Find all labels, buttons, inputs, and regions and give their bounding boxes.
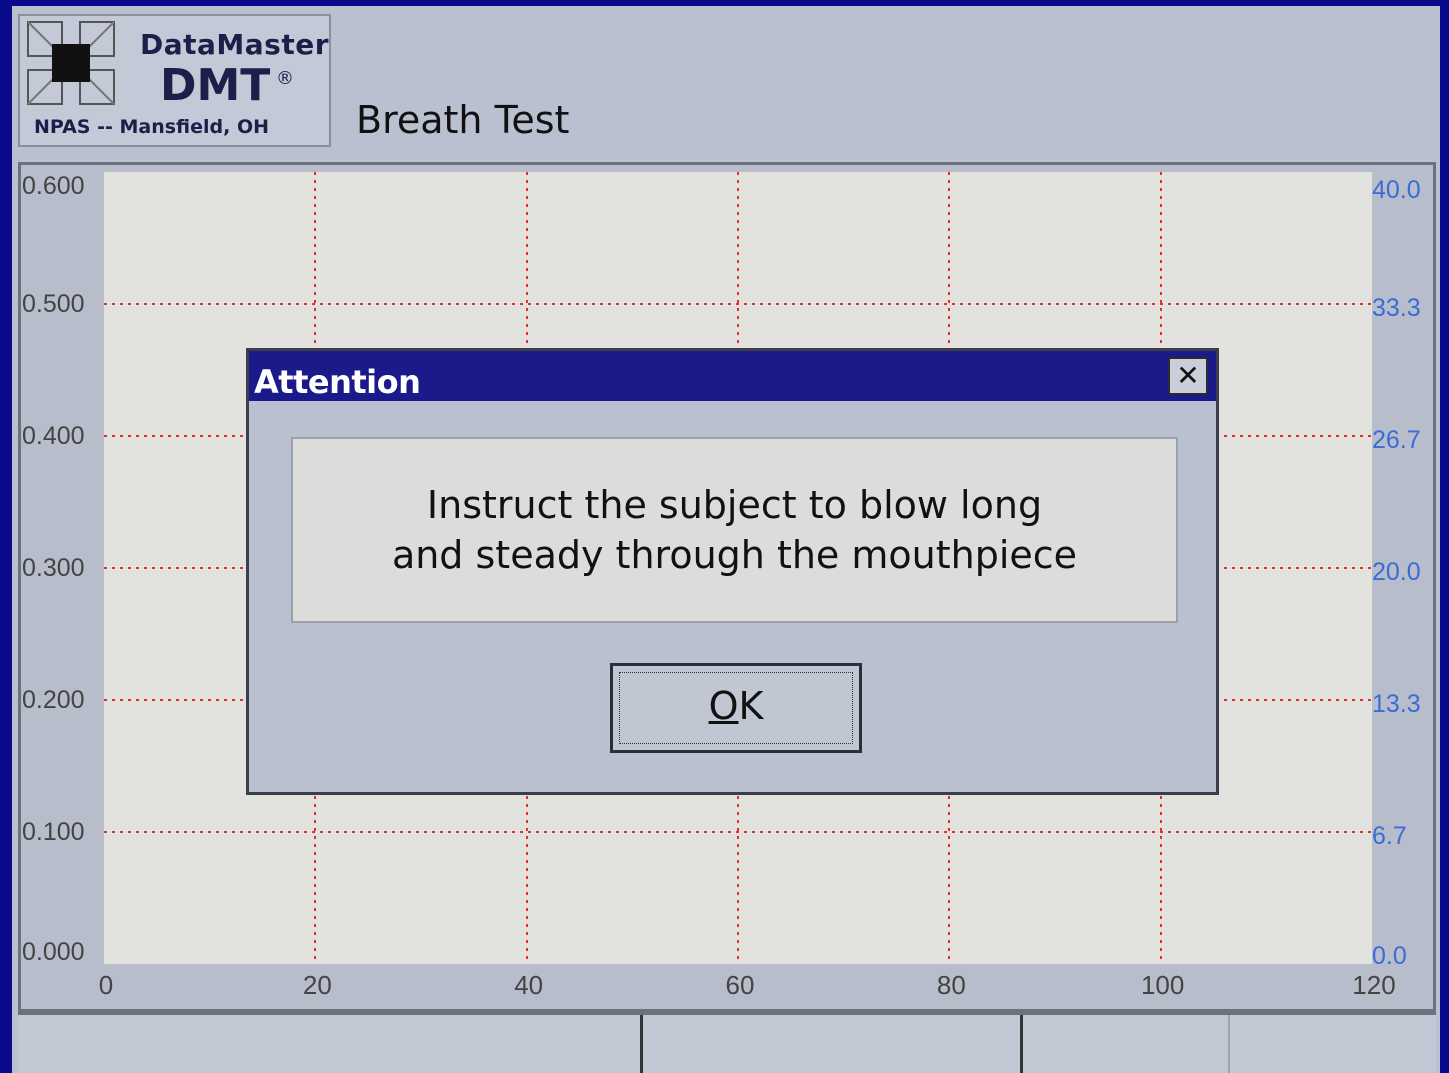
datamaster-logo: DataMaster DMT ® NPAS -- Mansfield, OH [18, 14, 331, 147]
y-axis-right-tick-label: 0.0 [1372, 942, 1407, 970]
logo-model-text: DMT [160, 60, 271, 111]
y-axis-right-tick-label: 40.0 [1372, 176, 1421, 204]
page-title: Breath Test [356, 98, 570, 142]
ok-button-label-rest: K [738, 684, 764, 728]
x-axis-tick-label: 60 [725, 970, 755, 1000]
y-axis-left-tick-label: 0.600 [22, 172, 85, 200]
y-axis-right-tick-label: 6.7 [1372, 822, 1407, 850]
x-axis-tick-label: 80 [936, 970, 966, 1000]
dialog-message-box: Instruct the subject to blow long and st… [291, 437, 1178, 623]
y-axis-right-tick-label: 26.7 [1372, 426, 1421, 454]
ok-button-accelerator: O [708, 684, 739, 728]
y-axis-left-tick-label: 0.400 [22, 422, 85, 450]
y-axis-left-tick-label: 0.300 [22, 554, 85, 582]
logo-brand-text: DataMaster [140, 28, 330, 61]
y-axis-left-tick-label: 0.500 [22, 290, 85, 318]
dialog-title: Attention [254, 363, 421, 401]
x-axis-tick-label: 20 [302, 970, 332, 1000]
y-axis-left-tick-label: 0.200 [22, 686, 85, 714]
y-axis-right-tick-label: 33.3 [1372, 294, 1421, 322]
dialog-message-line: Instruct the subject to blow long [426, 483, 1043, 527]
logo-registered-mark: ® [276, 68, 294, 89]
dmt-logo-icon [27, 21, 115, 105]
ok-button[interactable]: OK [610, 663, 862, 753]
x-axis-tick-label: 100 [1140, 970, 1185, 1000]
dialog-message-line: and steady through the mouthpiece [391, 533, 1078, 577]
app-screen: DataMaster DMT ® NPAS -- Mansfield, OH B… [12, 6, 1440, 1073]
dialog-titlebar[interactable]: Attention ✕ [249, 351, 1216, 401]
attention-dialog: Attention ✕ Instruct the subject to blow… [246, 348, 1219, 795]
status-bar [18, 1012, 1436, 1073]
x-axis-tick-label: 0 [98, 970, 114, 1000]
y-axis-left-tick-label: 0.100 [22, 818, 85, 846]
status-divider [640, 1015, 643, 1073]
close-icon: ✕ [1176, 359, 1200, 392]
status-divider [1020, 1015, 1023, 1073]
logo-location-text: NPAS -- Mansfield, OH [34, 116, 270, 138]
ok-button-label: OK [613, 684, 859, 728]
y-axis-left-tick-label: 0.000 [22, 938, 85, 966]
y-axis-right-tick-label: 13.3 [1372, 690, 1421, 718]
close-button[interactable]: ✕ [1168, 357, 1208, 395]
x-axis-tick-label: 120 [1352, 970, 1396, 1000]
status-divider [1228, 1015, 1230, 1073]
x-axis-tick-label: 40 [514, 970, 544, 1000]
y-axis-right-tick-label: 20.0 [1372, 558, 1421, 586]
